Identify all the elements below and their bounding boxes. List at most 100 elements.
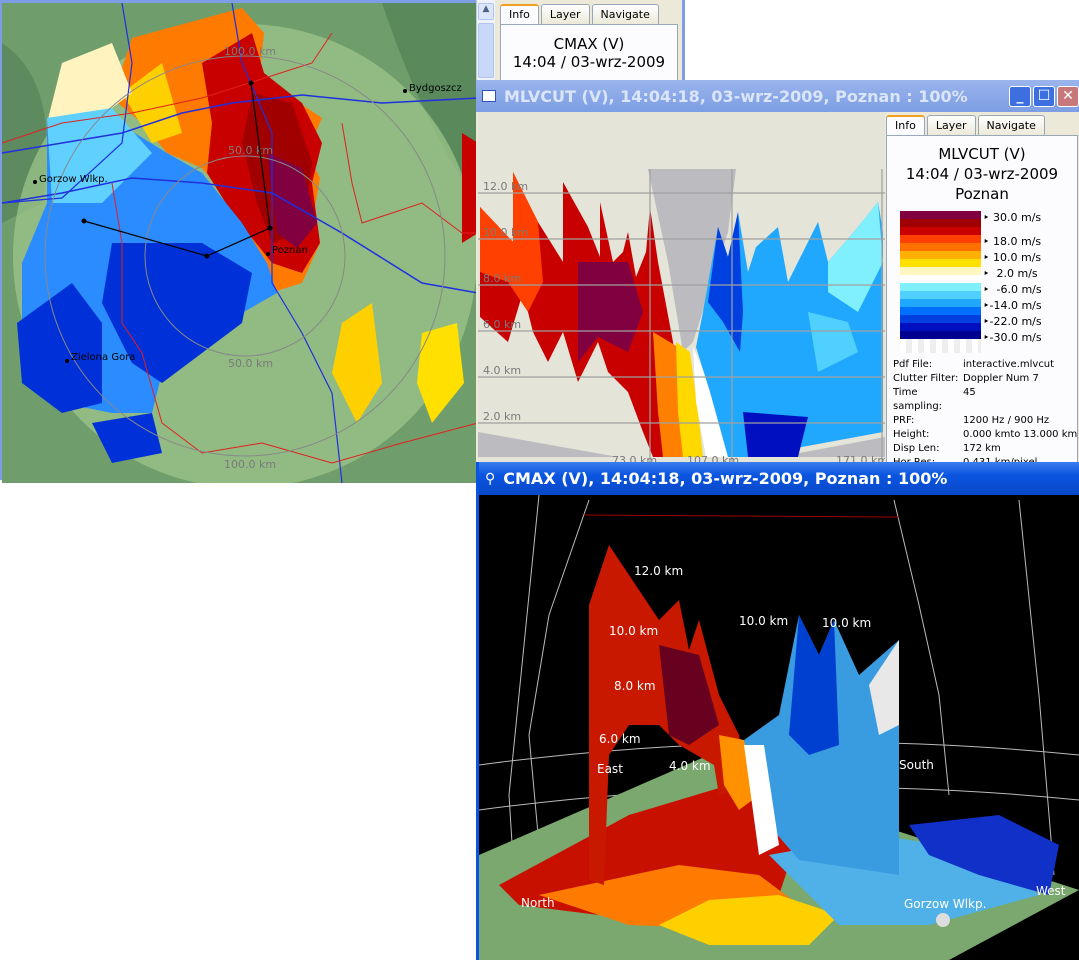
metadata-key: PRF: [893,415,915,426]
tab-layer[interactable]: Layer [926,115,976,135]
tab-navigate[interactable]: Navigate [591,4,659,24]
height-label-3d: 10.0 km [739,614,788,628]
height-label-3d: 6.0 km [599,732,641,746]
tab-info[interactable]: Info [500,4,539,24]
cross-section-canvas: 12.0 km 10.0 km 8.0 km 6.0 km 4.0 km 2.0… [478,169,888,467]
ring-label: 100.0 km [224,458,276,471]
height-label-3d: 8.0 km [614,679,656,693]
tab-info[interactable]: Info [886,115,925,135]
metadata-value: 1200 Hz / 900 Hz [963,415,1050,426]
satellite-icon: ⚲ [485,470,496,487]
app-icon [482,90,496,102]
scroll-thumb[interactable] [478,23,494,78]
metadata-row: PRF: 1200 Hz / 900 Hz [893,414,1078,428]
height-label: 8.0 km [483,272,521,285]
window-title: CMAX (V), 14:04:18, 03-wrz-2009, Poznan … [503,469,948,488]
scroll-up-arrow[interactable]: ▲ [478,3,494,20]
legend-swatch [900,235,981,243]
legend-swatch [900,259,981,267]
legend-swatch [900,275,981,283]
height-label-3d: 10.0 km [609,624,658,638]
ring-label: 50.0 km [228,357,273,370]
product-datetime: 14:04 / 03-wrz-2009 [512,53,666,71]
height-label: 6.0 km [483,318,521,331]
mlvcut-window: MLVCUT (V), 14:04:18, 03-wrz-2009, Pozna… [476,80,1079,468]
height-label-3d: 12.0 km [634,564,683,578]
cut-top-line [583,514,900,518]
legend-swatch [900,251,981,259]
metadata-value: Doppler Num 7 [963,373,1039,384]
metadata-row: Time sampling: 45 [893,386,1078,414]
minimize-button[interactable]: _ [1009,85,1031,107]
legend-swatch [900,243,981,251]
metadata-row: Disp Len: 172 km [893,442,1078,456]
direction-label: East [597,762,623,776]
legend-swatch [900,299,981,307]
radar-ppi-map[interactable]: 100.0 km 50.0 km 50.0 km 100.0 km Bydgos… [0,0,479,488]
city-label: Poznan [272,245,308,256]
legend-labels: ‣ 30.0 m/s ‣ 18.0 m/s ‣ 10.0 m/s ‣ 2.0 m… [983,211,1078,344]
height-label: 12.0 km [483,180,528,193]
city-label-3d: Gorzow Wlkp. [904,897,986,911]
window-title: MLVCUT (V), 14:04:18, 03-wrz-2009, Pozna… [504,86,968,106]
height-label: 2.0 km [483,410,521,423]
metadata-value: 172 km [963,443,1001,454]
direction-label: West [1036,884,1066,898]
height-label: 4.0 km [483,364,521,377]
radar-site: Poznan [955,185,1009,203]
legend-swatch [900,283,981,291]
mlvcut-info-panel: Info Layer Navigate MLVCUT (V) 14:04 / 0… [885,112,1079,468]
legend-nodata [900,339,981,353]
distance-label: 171.0 km [836,454,885,462]
legend-swatch [900,323,981,331]
city-label: Bydgoszcz [409,83,462,94]
legend-label: ‣ 30.0 m/s [983,211,1042,224]
scrollbar[interactable]: ▲ [476,0,495,80]
cmax-3d-window: ⚲ CMAX (V), 14:04:18, 03-wrz-2009, Pozna… [476,462,1079,960]
product-datetime: 14:04 / 03-wrz-2009 [905,165,1059,183]
legend-label: ‣-30.0 m/s [983,331,1042,344]
tab-navigate[interactable]: Navigate [977,115,1045,135]
window-titlebar[interactable]: ⚲ CMAX (V), 14:04:18, 03-wrz-2009, Pozna… [479,462,1079,495]
metadata-key: Disp Len: [893,443,940,454]
metadata-row: Height: 0.000 kmto 13.000 km [893,428,1078,442]
product-name: MLVCUT (V) [938,145,1026,163]
cross-section-chart[interactable]: 12.0 km 10.0 km 8.0 km 6.0 km 4.0 km 2.0… [478,112,888,467]
city-label: Zielona Gora [71,352,135,363]
metadata-key: Time sampling: [893,387,943,412]
legend-label: ‣-22.0 m/s [983,315,1042,328]
direction-label: North [521,896,555,910]
legend-swatch [900,307,981,315]
distance-label: 107.0 km [687,454,739,462]
radar-site-marker [936,913,950,927]
legend-label: ‣-14.0 m/s [983,299,1042,312]
legend-label: ‣ 18.0 m/s [983,235,1042,248]
metadata-value: 0.000 kmto 13.000 km [963,429,1078,440]
distance-label: 73.0 km [612,454,657,462]
legend-swatch [900,267,981,275]
ring-label: 50.0 km [228,144,273,157]
tab-layer[interactable]: Layer [540,4,590,24]
legend-swatch [900,315,981,323]
3d-view-canvas[interactable]: 12.0 km 10.0 km 10.0 km 10.0 km 8.0 km 6… [478,494,1079,960]
velocity-legend [900,211,981,339]
height-label-3d: 10.0 km [822,616,871,630]
metadata-key: Clutter Filter: [893,373,959,384]
direction-label: South [899,758,934,772]
cmax-info-panel: Info Layer Navigate CMAX (V) 14:04 / 03-… [495,0,685,84]
legend-swatch [900,227,981,235]
maximize-button[interactable]: ☐ [1033,85,1055,107]
product-name: CMAX (V) [553,35,625,53]
legend-label: ‣ 2.0 m/s [983,267,1038,280]
close-button[interactable]: ✕ [1057,85,1079,107]
legend-label: ‣ -6.0 m/s [983,283,1042,296]
legend-swatch [900,219,981,227]
window-titlebar[interactable]: MLVCUT (V), 14:04:18, 03-wrz-2009, Pozna… [476,80,1079,112]
metadata-key: Pdf File: [893,359,933,370]
metadata-key: Height: [893,429,930,440]
legend-swatch [900,331,981,339]
metadata-row: Clutter Filter: Doppler Num 7 [893,372,1078,386]
legend-label: ‣ 10.0 m/s [983,251,1042,264]
ring-label: 100.0 km [224,45,276,58]
product-metadata: Pdf File: interactive.mlvcut Clutter Filte… [893,358,1078,470]
